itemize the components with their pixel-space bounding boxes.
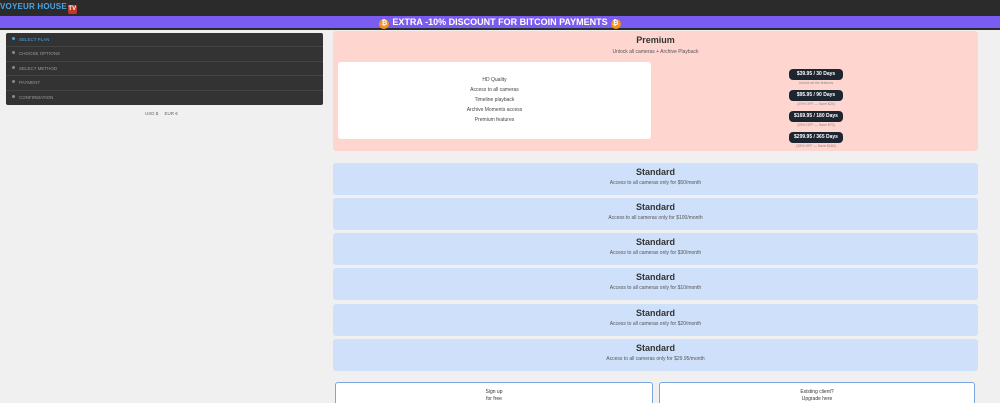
signup-line2: for free bbox=[486, 396, 502, 402]
standard-description: Access to all cameras only for $10/month bbox=[609, 285, 702, 291]
step-select-method[interactable]: Select method bbox=[6, 62, 323, 77]
price-option: $299.95 / 365 Days (38% OFF — Save $180) bbox=[788, 125, 844, 148]
price-365-days-button[interactable]: $299.95 / 365 Days bbox=[789, 132, 843, 143]
price-180-days-button[interactable]: $169.95 / 180 Days bbox=[789, 111, 843, 122]
standard-plan-card[interactable]: Standard Access to all cameras only for … bbox=[333, 268, 978, 300]
step-label: Select method bbox=[19, 65, 58, 71]
step-label: Payment bbox=[19, 80, 41, 86]
step-dot-icon bbox=[12, 51, 15, 55]
price-note: (38% OFF — Save $180) bbox=[796, 144, 836, 148]
bitcoin-icon: ₿ bbox=[379, 19, 390, 29]
existing-line2: Upgrade here bbox=[801, 396, 833, 402]
step-label: Choose options bbox=[19, 51, 61, 57]
standard-plan-card[interactable]: Standard Access to all cameras only for … bbox=[333, 304, 978, 336]
step-dot-icon bbox=[12, 37, 15, 40]
top-bar: VOYEUR HOUSETV bbox=[0, 0, 1000, 16]
existing-line1: Existing client? bbox=[800, 389, 834, 395]
standard-description: Access to all cameras only for $29.95/mo… bbox=[606, 356, 705, 362]
bitcoin-icon: ₿ bbox=[610, 19, 621, 29]
step-label: Select plan bbox=[19, 37, 50, 42]
existing-client-upgrade-button[interactable]: Existing client? Upgrade here bbox=[659, 382, 975, 403]
standard-title: Standard bbox=[635, 237, 675, 247]
standard-title: Standard bbox=[635, 343, 675, 353]
logo-text: VOYEUR HOUSE bbox=[0, 2, 67, 11]
standard-title: Standard bbox=[635, 272, 675, 282]
price-option: $39.95 / 30 Days Unlock all the features bbox=[788, 62, 844, 85]
logo-badge-icon: TV bbox=[67, 5, 77, 14]
premium-subtitle: Unlock all cameras + Archive Playback bbox=[612, 49, 699, 55]
price-option: $169.95 / 180 Days (29% OFF — Save $70) bbox=[788, 104, 844, 127]
feature-item: Access to all cameras bbox=[470, 87, 519, 93]
standard-plan-card[interactable]: Standard Access to all cameras only for … bbox=[333, 233, 978, 265]
price-90-days-button[interactable]: $95.95 / 90 Days bbox=[789, 90, 843, 101]
bitcoin-discount-banner: ₿ EXTRA -10% DISCOUNT FOR BITCOIN PAYMENT… bbox=[0, 16, 1000, 30]
standard-plan-card[interactable]: Standard Access to all cameras only for … bbox=[333, 163, 978, 195]
premium-plan-card: Premium Unlock all cameras + Archive Pla… bbox=[333, 31, 978, 151]
feature-item: Premium features bbox=[474, 117, 515, 123]
step-dot-icon bbox=[12, 94, 15, 98]
premium-price-options: $39.95 / 30 Days Unlock all the features… bbox=[788, 62, 844, 148]
standard-plan-card[interactable]: Standard Access to all cameras only for … bbox=[333, 339, 978, 371]
feature-item: Archive Moments access bbox=[466, 107, 523, 113]
standard-description: Access to all cameras only for $100/mont… bbox=[608, 215, 703, 221]
step-confirmation[interactable]: Confirmation bbox=[6, 91, 323, 105]
standard-description: Access to all cameras only for $50/month bbox=[609, 180, 702, 186]
currency-eur[interactable]: EUR € bbox=[165, 111, 178, 116]
signup-button[interactable]: Sign up for free bbox=[335, 382, 653, 403]
currency-usd[interactable]: USD $ bbox=[145, 111, 158, 116]
premium-title: Premium bbox=[636, 35, 675, 45]
promo-text: EXTRA -10% DISCOUNT FOR BITCOIN PAYMENTS bbox=[392, 17, 608, 27]
premium-features-box: HD Quality Access to all cameras Timelin… bbox=[338, 62, 651, 139]
feature-item: Timeline playback bbox=[474, 97, 515, 103]
standard-title: Standard bbox=[635, 308, 675, 318]
currency-switcher: USD $ EUR € bbox=[145, 111, 183, 116]
signup-line1: Sign up bbox=[485, 389, 503, 395]
standard-title: Standard bbox=[635, 167, 675, 177]
step-select-plan[interactable]: Select plan bbox=[6, 33, 323, 48]
standard-title: Standard bbox=[635, 202, 675, 212]
standard-description: Access to all cameras only for $20/month bbox=[609, 321, 702, 327]
step-payment[interactable]: Payment bbox=[6, 76, 323, 91]
step-label: Confirmation bbox=[19, 94, 54, 100]
step-dot-icon bbox=[12, 80, 15, 84]
feature-item: HD Quality bbox=[482, 77, 507, 83]
standard-description: Access to all cameras only for $30/month bbox=[609, 250, 702, 256]
site-logo[interactable]: VOYEUR HOUSETV bbox=[0, 2, 77, 14]
step-choose-options[interactable]: Choose options bbox=[6, 47, 323, 62]
price-30-days-button[interactable]: $39.95 / 30 Days bbox=[789, 69, 843, 80]
step-dot-icon bbox=[12, 65, 15, 69]
standard-plan-card[interactable]: Standard Access to all cameras only for … bbox=[333, 198, 978, 230]
checkout-steps: Select plan Choose options Select method… bbox=[6, 33, 323, 105]
price-option: $95.95 / 90 Days (20% OFF — Save $24) bbox=[788, 83, 844, 106]
